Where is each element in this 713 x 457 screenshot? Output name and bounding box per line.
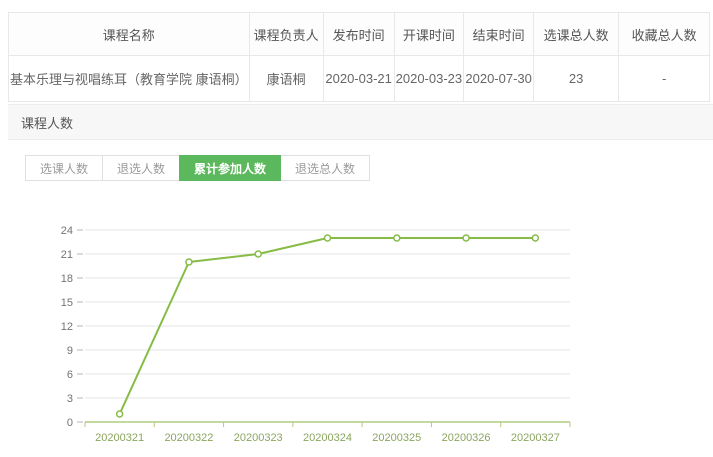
chart-marker [532,235,538,241]
col-header-enrolled-total: 选课总人数 [534,13,619,56]
col-header-favorites-total: 收藏总人数 [619,13,710,56]
y-axis-label: 18 [61,273,73,285]
y-axis-label: 12 [61,321,73,333]
tab-withdrawn-count[interactable]: 退选人数 [102,155,180,181]
cell-enrolled-total: 23 [534,56,619,102]
chart-tabs: 选课人数 退选人数 累计参加人数 退选总人数 [25,155,370,181]
cell-course-leader: 康语桐 [249,56,323,102]
line-chart-svg: 0 3 6 9 12 15 18 21 24 20200321 20200322 20200323 20… [40,218,580,455]
x-axis-label: 20200323 [234,432,283,444]
x-axis-label: 20200327 [511,432,560,444]
col-header-course-name: 课程名称 [9,13,250,56]
col-header-publish-time: 发布时间 [323,13,394,56]
chart-marker [255,251,261,257]
table-header-row: 课程名称 课程负责人 发布时间 开课时间 结束时间 选课总人数 收藏总人数 [9,13,710,56]
tab-cumulative-participants[interactable]: 累计参加人数 [179,155,281,181]
cell-start-time: 2020-03-23 [394,56,464,102]
y-axis-label: 3 [67,393,73,405]
y-axis-label: 6 [67,369,73,381]
cell-publish-time: 2020-03-21 [323,56,394,102]
col-header-start-time: 开课时间 [394,13,464,56]
x-axis-label: 20200324 [303,432,352,444]
x-axis-label: 20200322 [164,432,213,444]
cell-end-time: 2020-07-30 [464,56,534,102]
cell-favorites-total: - [619,56,710,102]
section-header: 课程人数 [8,104,713,140]
cell-course-name: 基本乐理与视唱练耳（教育学院 康语桐） [9,56,250,102]
course-stats-page: 课程名称 课程负责人 发布时间 开课时间 结束时间 选课总人数 收藏总人数 基本… [0,0,713,457]
tab-total-withdrawn[interactable]: 退选总人数 [280,155,370,181]
y-axis-label: 0 [67,417,73,429]
table-row: 基本乐理与视唱练耳（教育学院 康语桐） 康语桐 2020-03-21 2020-… [9,56,710,102]
x-axis-label: 20200326 [442,432,491,444]
x-axis-label: 20200325 [372,432,421,444]
y-axis-label: 15 [61,297,73,309]
chart-marker [117,411,123,417]
chart-marker [394,235,400,241]
course-info-table: 课程名称 课程负责人 发布时间 开课时间 结束时间 选课总人数 收藏总人数 基本… [8,12,710,102]
enrollment-line-chart: 0 3 6 9 12 15 18 21 24 20200321 20200322 20200323 20… [40,218,580,457]
chart-marker [325,235,331,241]
chart-marker [186,259,192,265]
col-header-end-time: 结束时间 [464,13,534,56]
y-axis-label: 9 [67,345,73,357]
y-axis-label: 21 [61,249,73,261]
tab-enrolled-count[interactable]: 选课人数 [25,155,103,181]
chart-marker [463,235,469,241]
col-header-course-leader: 课程负责人 [249,13,323,56]
section-title: 课程人数 [21,113,73,132]
y-axis-label: 24 [61,225,73,237]
x-axis-label: 20200321 [95,432,144,444]
